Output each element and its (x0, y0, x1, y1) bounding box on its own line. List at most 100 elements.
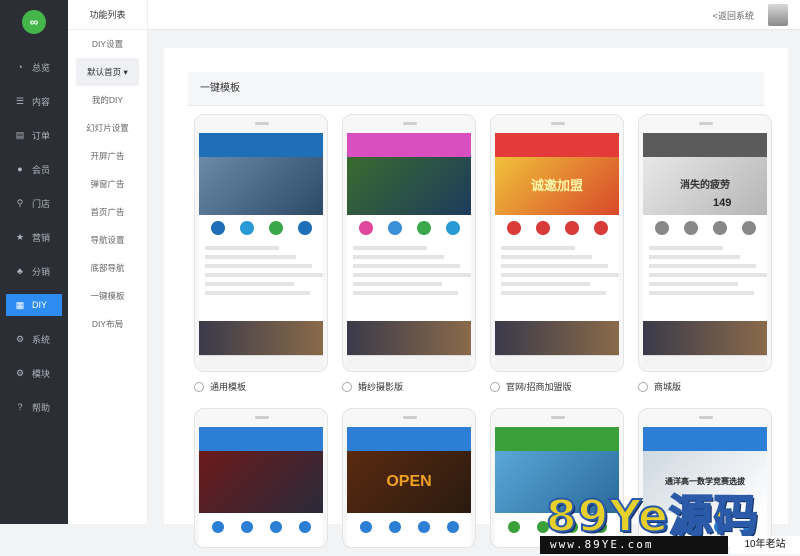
screen-nav-icon (211, 521, 224, 533)
doc-icon: ▤ (15, 129, 25, 140)
sidebar-item-0[interactable]: ◔ 总览 (0, 50, 68, 84)
screen-text-line (649, 246, 724, 250)
sidebar-item-2[interactable]: ▤ 订单 (0, 118, 68, 152)
user-icon: ● (17, 164, 23, 174)
template-card[interactable]: 消失的疲劳 149 商城版 (638, 114, 772, 393)
layout-icon: ▦ (15, 299, 25, 310)
screen-banner-image: 消失的疲劳 (643, 157, 767, 215)
template-radio-option[interactable]: 官网/招商加盟版 (490, 380, 624, 393)
phone-preview (194, 114, 328, 372)
function-menu-item[interactable]: 弹窗广告 (68, 170, 147, 198)
template-card[interactable]: 通用模板 (194, 114, 328, 393)
screen-nav-icon (683, 221, 698, 235)
app-logo-icon[interactable]: ∞ (22, 10, 46, 34)
template-radio-option[interactable]: 商城版 (638, 380, 772, 393)
template-radio-option[interactable]: 通用模板 (194, 380, 328, 393)
screen-text-line (353, 255, 444, 259)
screen-nav-icon (298, 521, 311, 533)
template-card[interactable] (194, 408, 328, 548)
function-menu-item[interactable]: 幻灯片设置 (68, 114, 147, 142)
sidebar-item-4[interactable]: ⚲ 门店 (0, 186, 68, 220)
screen-nav-icon (417, 521, 430, 533)
phone-speaker (403, 416, 417, 419)
sidebar-item-label: 分销 (32, 266, 51, 277)
radio-button[interactable] (342, 381, 352, 392)
screen-nav-icon (507, 521, 520, 533)
template-card[interactable]: OPEN (342, 408, 476, 548)
screen-nav-icon (297, 221, 312, 235)
phone-screen: 诚邀加盟 (495, 133, 619, 369)
watermark-brand: 89Ye源码 (545, 490, 759, 543)
phone-preview (194, 408, 328, 548)
sidebar-item-3[interactable]: ● 会员 (0, 152, 68, 186)
screen-text-line (649, 273, 767, 277)
function-menu-item-label: 幻灯片设置 (86, 123, 129, 133)
template-label: 官网/招商加盟版 (506, 382, 572, 392)
screen-text-line (501, 264, 608, 268)
screen-nav-icon (388, 521, 401, 533)
screen-text-line (353, 246, 428, 250)
sidebar-item-label: 会员 (32, 164, 51, 175)
screen-icon-row (199, 215, 323, 241)
sidebar-item-1[interactable]: ☰ 内容 (0, 84, 68, 118)
function-menu-item[interactable]: 开屏广告 (68, 142, 147, 170)
template-label: 通用模板 (210, 382, 247, 392)
template-card[interactable]: 诚邀加盟官网/招商加盟版 (490, 114, 624, 393)
function-menu-item-label: 首页广告 (90, 207, 125, 217)
screen-text-line (649, 291, 755, 295)
price-tag: 149 (713, 197, 732, 209)
screen-nav-icon (712, 221, 727, 235)
sidebar-item-label: 帮助 (32, 402, 51, 413)
screen-icon-row (347, 215, 471, 241)
screen-tab-bar (643, 355, 767, 369)
phone-preview (342, 114, 476, 372)
sidebar-item-7[interactable]: ▦ DIY (6, 294, 62, 316)
screen-footer-image (643, 321, 767, 355)
function-menu-item[interactable]: DIY设置 (68, 30, 147, 58)
list-icon: ☰ (15, 95, 25, 106)
function-menu-item[interactable]: 一键模板 (68, 282, 147, 310)
screen-tab-bar (495, 355, 619, 369)
screen-title-bar (199, 133, 323, 157)
function-menu-item[interactable]: 首页广告 (68, 198, 147, 226)
sidebar-item-9[interactable]: ⚙ 模块 (0, 356, 68, 390)
screen-title-bar (199, 427, 323, 451)
template-card[interactable]: 婚纱摄影版 (342, 114, 476, 393)
function-menu-item[interactable]: 我的DIY (68, 86, 147, 114)
sidebar-item-label: DIY (32, 300, 48, 310)
screen-nav-icon (240, 521, 253, 533)
avatar[interactable] (768, 4, 788, 26)
sidebar-item-label: 系统 (32, 334, 51, 345)
function-menu-item[interactable]: 默认首页 ▾ (76, 58, 139, 86)
screen-icon-row (199, 513, 323, 541)
template-radio-option[interactable]: 婚纱摄影版 (342, 380, 476, 393)
sidebar-item-10[interactable]: ? 帮助 (0, 390, 68, 424)
screen-icon-row (495, 215, 619, 241)
function-menu: 功能列表 DIY设置 默认首页 ▾ 我的DIY 幻灯片设置 开屏广告 弹窗广告 首页广告 导航… (68, 0, 148, 524)
sidebar-item-8[interactable]: ⚙ 系统 (0, 322, 68, 356)
screen-nav-icon (239, 221, 254, 235)
caret-down-icon: ▾ (121, 67, 128, 77)
radio-button[interactable] (490, 381, 500, 392)
screen-text-line (353, 291, 459, 295)
back-to-system-link[interactable]: <返回系统 (713, 9, 754, 22)
top-header: <返回系统 (148, 0, 800, 30)
phone-screen: OPEN (347, 427, 471, 547)
function-menu-item[interactable]: 底部导航 (68, 254, 147, 282)
function-menu-item-label: DIY设置 (91, 39, 124, 49)
function-menu-item[interactable]: 导航设置 (68, 226, 147, 254)
radio-button[interactable] (638, 381, 648, 392)
screen-nav-icon (564, 221, 579, 235)
screen-text-line (649, 282, 739, 286)
phone-speaker (403, 122, 417, 125)
sidebar-item-5[interactable]: ★ 营销 (0, 220, 68, 254)
group-icon: ♣ (17, 266, 23, 276)
function-menu-item[interactable]: DIY布局 (68, 310, 147, 338)
screen-nav-icon (358, 221, 373, 235)
screen-text-line (205, 291, 311, 295)
screen-tab-bar (347, 355, 471, 369)
radio-button[interactable] (194, 381, 204, 392)
main-sidebar: ∞ ◔ 总览 ☰ 内容 ▤ 订单 ● 会员 ⚲ 门店 ★ 营销 ♣ 分销 ▦ DIY ⚙ 系统 ⚙ 模块? 帮助 (0, 0, 68, 524)
screen-banner-image: 诚邀加盟 (495, 157, 619, 215)
sidebar-item-6[interactable]: ♣ 分销 (0, 254, 68, 288)
